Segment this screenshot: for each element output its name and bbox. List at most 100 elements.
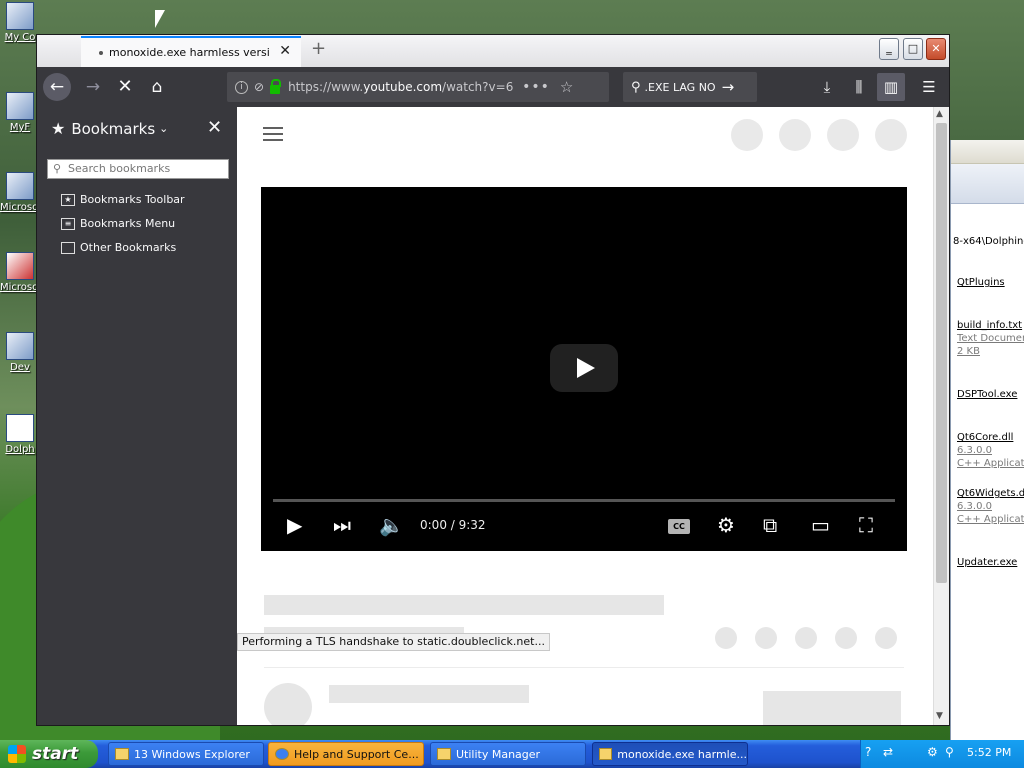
start-label: start [32, 744, 79, 764]
sidebar-item-bookmarks-toolbar[interactable]: ★ Bookmarks Toolbar [61, 193, 185, 206]
site-info-icon[interactable]: i [235, 80, 248, 94]
desktop-icon-my-files[interactable]: MyF [0, 92, 40, 133]
explorer-item[interactable]: Qt6Widgets.dl 6.3.0.0 C++ Applicati [957, 487, 1024, 526]
tab-loading-icon [99, 50, 103, 55]
avatar-placeholder [264, 683, 312, 725]
volume-icon[interactable]: 🔈 [379, 513, 404, 537]
header-placeholder-circle [779, 119, 811, 151]
utility-manager-icon [437, 748, 451, 760]
settings-gear-icon[interactable]: ⚙ [717, 513, 735, 537]
play-icon[interactable]: ▶ [287, 513, 302, 537]
explorer-item-meta: C++ Applicati [957, 514, 1024, 525]
explorer-item-name: DSPTool.exe [957, 389, 1018, 400]
start-button[interactable]: start [0, 740, 98, 768]
stop-button[interactable]: ✕ [111, 73, 139, 101]
action-placeholder-circle [795, 627, 817, 649]
help-tray-icon[interactable]: ? [865, 745, 871, 759]
library-icon[interactable]: ⫼ [845, 73, 873, 101]
toolbar-folder-icon: ★ [61, 193, 75, 206]
taskbar-windows-explorer[interactable]: 13 Windows Explorer [108, 742, 264, 766]
explorer-item-meta: 2 KB [957, 346, 980, 357]
search-engine-icon[interactable]: ⚲ [631, 80, 641, 95]
divider [264, 667, 904, 668]
header-placeholder-circle [827, 119, 859, 151]
explorer-path: 8-x64\Dolphin-x [953, 236, 1024, 247]
bookmarks-sidebar: ★ Bookmarks ⌄ ✕ ⚲ Search bookmarks ★ Boo… [37, 107, 237, 725]
maximize-button[interactable]: □ [903, 38, 923, 60]
permissions-icon[interactable]: ⊘ [254, 80, 264, 94]
home-button[interactable]: ⌂ [143, 73, 171, 101]
network-tray-icon[interactable]: ⚙ [927, 745, 938, 759]
scroll-up-icon[interactable]: ▲ [936, 109, 943, 119]
sidebar-close-icon[interactable]: ✕ [207, 117, 222, 138]
minimize-button[interactable]: ‗ [879, 38, 899, 60]
miniplayer-icon[interactable]: ⧉ [763, 513, 777, 537]
explorer-item[interactable]: build_info.txt Text Documen 2 KB [957, 319, 1024, 358]
desktop-icon-microsoft-jsharp[interactable]: Microso J# 200 [0, 252, 75, 293]
explorer-item-name: QtPlugins [957, 277, 1005, 288]
bookmarks-search-input[interactable]: ⚲ Search bookmarks [47, 159, 229, 179]
video-player[interactable]: ▶ ⏭ 🔈 0:00 / 9:32 CC ⚙ ⧉ ▭ ⛶ [261, 187, 907, 551]
large-play-button[interactable] [550, 344, 618, 392]
sidebar-item-bookmarks-menu[interactable]: ≡ Bookmarks Menu [61, 217, 175, 230]
sidebar-item-label: Bookmarks Menu [80, 217, 176, 230]
explorer-item[interactable]: Qt6Core.dll 6.3.0.0 C++ Applicati [957, 431, 1024, 470]
guide-menu-icon[interactable] [263, 127, 283, 145]
search-text: .EXE LAG NO [644, 80, 716, 94]
search-icon: ⚲ [53, 162, 62, 175]
scroll-down-icon[interactable]: ▼ [936, 711, 943, 721]
language-tray-icon[interactable]: ⇄ [883, 745, 893, 759]
theater-mode-icon[interactable]: ▭ [811, 513, 830, 537]
bookmark-star-icon[interactable]: ☆ [560, 78, 573, 96]
desktop-icon-dolphin[interactable]: Dolph [0, 414, 40, 455]
sidebar-toggle-icon[interactable]: ▥ [877, 73, 905, 101]
page-scrollbar[interactable]: ▲ ▼ [933, 107, 949, 725]
search-bar[interactable]: ⚲ .EXE LAG NO → [623, 72, 757, 102]
tab-monoxide[interactable]: monoxide.exe harmless version (n ✕ [81, 36, 301, 67]
microsoft-studio-icon [6, 172, 34, 200]
taskbar-utility-manager[interactable]: Utility Manager [430, 742, 586, 766]
search-go-icon[interactable]: → [722, 78, 735, 96]
page-actions-icon[interactable]: ••• [522, 79, 550, 95]
action-placeholder-circle [835, 627, 857, 649]
explorer-toolbar [951, 164, 1024, 204]
forward-button[interactable]: → [79, 73, 107, 101]
desktop-icon-microsoft-studio[interactable]: Microso Studi [0, 172, 67, 213]
search-tray-icon[interactable]: ⚲ [945, 745, 954, 759]
desktop-icon-my-computer[interactable]: My Co [0, 2, 40, 43]
explorer-item[interactable]: DSPTool.exe [957, 388, 1017, 401]
dev-icon [6, 332, 34, 360]
tab-title: monoxide.exe harmless version (n [109, 46, 269, 59]
explorer-item-meta: Text Documen [957, 333, 1024, 344]
nav-toolbar: ← → ✕ ⌂ i ⊘ https://www.youtube.com/watc… [37, 67, 949, 107]
status-panel: Performing a TLS handshake to static.dou… [237, 633, 550, 651]
mouse-cursor-icon [155, 10, 165, 28]
captions-button[interactable]: CC [668, 519, 690, 534]
sidebar-header[interactable]: ★ Bookmarks ⌄ [51, 119, 168, 138]
taskbar-monoxide[interactable]: monoxide.exe harmle... [592, 742, 748, 766]
explorer-item[interactable]: Updater.exe [957, 556, 1017, 569]
progress-bar[interactable] [273, 499, 895, 502]
url-bar[interactable]: i ⊘ https://www.youtube.com/watch?v=6 ••… [227, 72, 609, 102]
desktop-icon-dev[interactable]: Dev [0, 332, 40, 373]
monoxide-app-icon [599, 748, 613, 760]
fullscreen-icon[interactable]: ⛶ [859, 513, 873, 537]
taskbar: start 13 Windows Explorer Help and Suppo… [0, 740, 1024, 768]
new-tab-button[interactable]: + [311, 38, 326, 59]
sidebar-item-other-bookmarks[interactable]: Other Bookmarks [61, 241, 176, 254]
close-window-button[interactable]: ✕ [926, 38, 946, 60]
next-icon[interactable]: ⏭ [333, 513, 351, 537]
folder-icon [61, 241, 75, 254]
url-text[interactable]: https://www.youtube.com/watch?v=6 [288, 80, 514, 94]
taskbar-help-support[interactable]: Help and Support Ce... [268, 742, 424, 766]
my-computer-icon [6, 2, 34, 30]
downloads-icon[interactable]: ⤓ [813, 73, 841, 101]
back-button[interactable]: ← [43, 73, 71, 101]
explorer-item-meta: 6.3.0.0 [957, 501, 992, 512]
explorer-item[interactable]: QtPlugins [957, 276, 1005, 289]
url-prefix: https://www. [288, 80, 364, 94]
menu-icon[interactable]: ☰ [915, 73, 943, 101]
url-domain: youtube.com [363, 80, 443, 94]
tab-close-icon[interactable]: ✕ [279, 43, 291, 59]
scrollbar-thumb[interactable] [936, 123, 947, 583]
